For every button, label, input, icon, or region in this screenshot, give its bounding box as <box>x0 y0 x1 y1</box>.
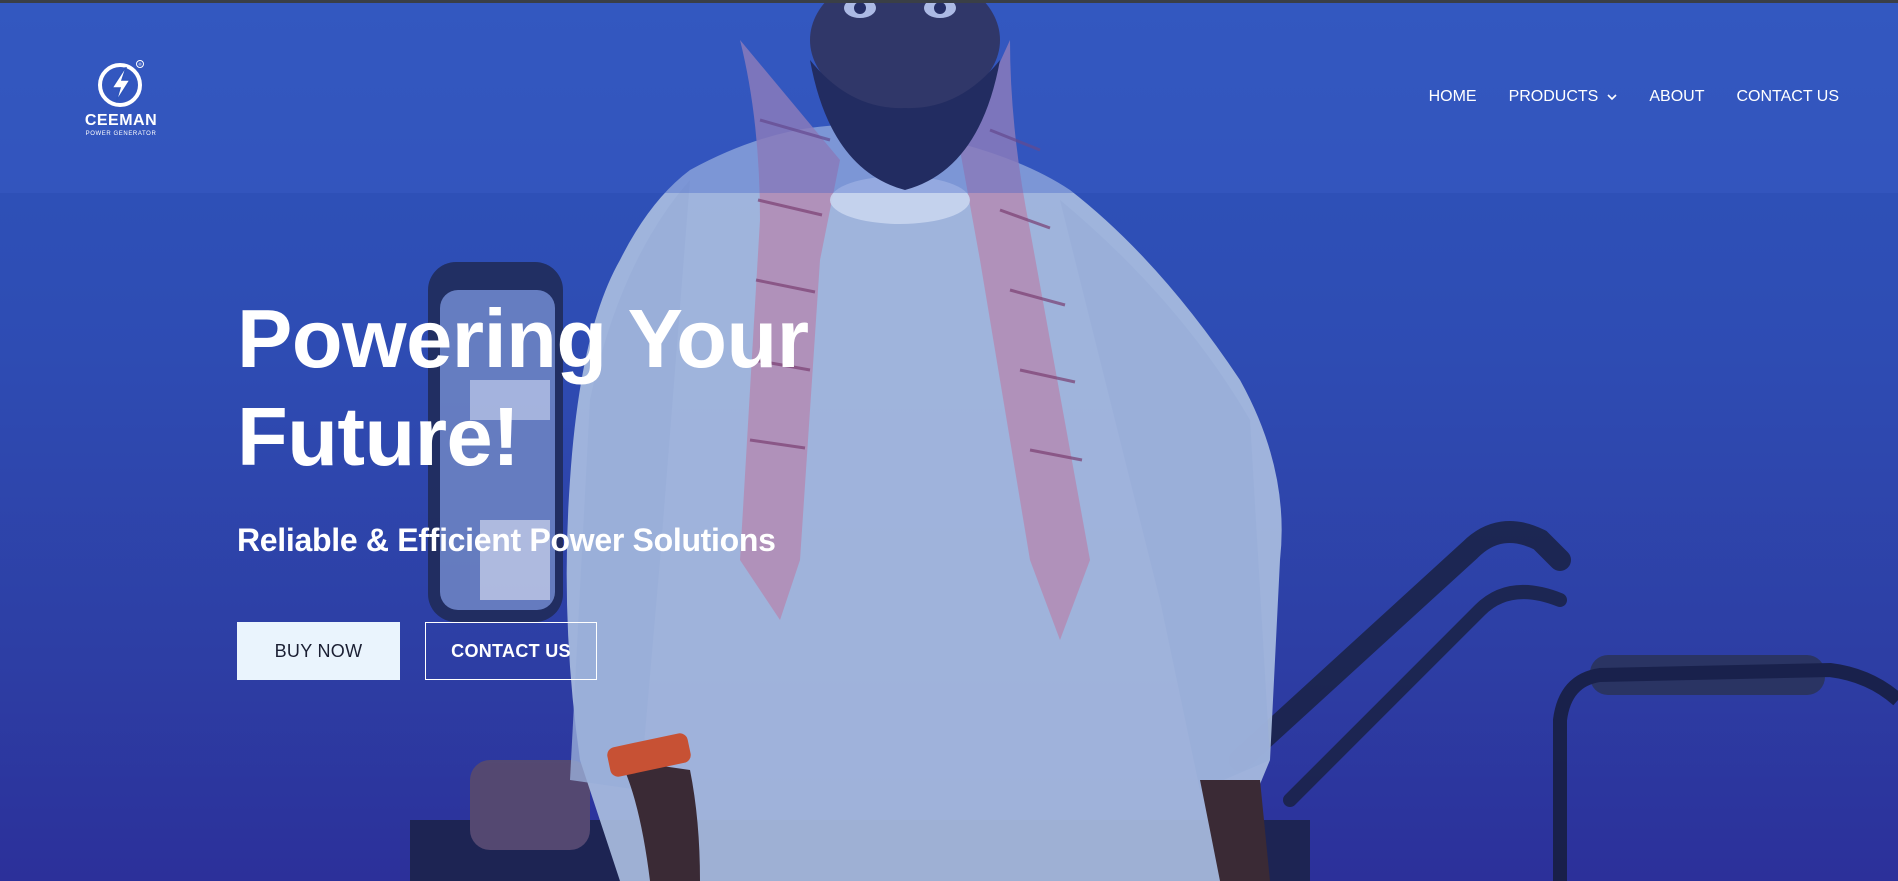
registered-mark: ® <box>138 61 142 67</box>
top-strip <box>0 0 1898 3</box>
brand-logo[interactable]: ® CEEMAN POWER GENERATOR <box>82 58 160 138</box>
hero-content: Powering Your Future! Reliable & Efficie… <box>237 290 857 559</box>
hero-buttons: BUY NOW CONTACT US <box>237 622 597 680</box>
nav-products-label: PRODUCTS <box>1508 88 1599 105</box>
brand-tagline: POWER GENERATOR <box>85 131 157 137</box>
main-nav: HOME PRODUCTS ABOUT CONTACT US <box>1397 88 1839 106</box>
contact-us-button[interactable]: CONTACT US <box>425 622 597 680</box>
chevron-down-icon[interactable] <box>1607 88 1617 106</box>
nav-home[interactable]: HOME <box>1429 88 1477 106</box>
hero-subtitle: Reliable & Efficient Power Solutions <box>237 522 776 558</box>
buy-now-button[interactable]: BUY NOW <box>237 622 400 680</box>
lightning-bolt-icon: ® <box>98 60 144 107</box>
nav-contact-label: CONTACT US <box>1736 88 1839 105</box>
page: ® CEEMAN POWER GENERATOR HOME PRODUCTS A… <box>0 0 1898 881</box>
nav-products[interactable]: PRODUCTS <box>1509 88 1618 106</box>
brand-name: CEEMAN <box>84 112 158 129</box>
nav-home-label: HOME <box>1428 88 1477 105</box>
nav-about[interactable]: ABOUT <box>1649 88 1704 106</box>
nav-about-label: ABOUT <box>1649 88 1705 105</box>
nav-contact-us[interactable]: CONTACT US <box>1736 88 1839 106</box>
hero-title: Powering Your Future! <box>237 292 809 483</box>
